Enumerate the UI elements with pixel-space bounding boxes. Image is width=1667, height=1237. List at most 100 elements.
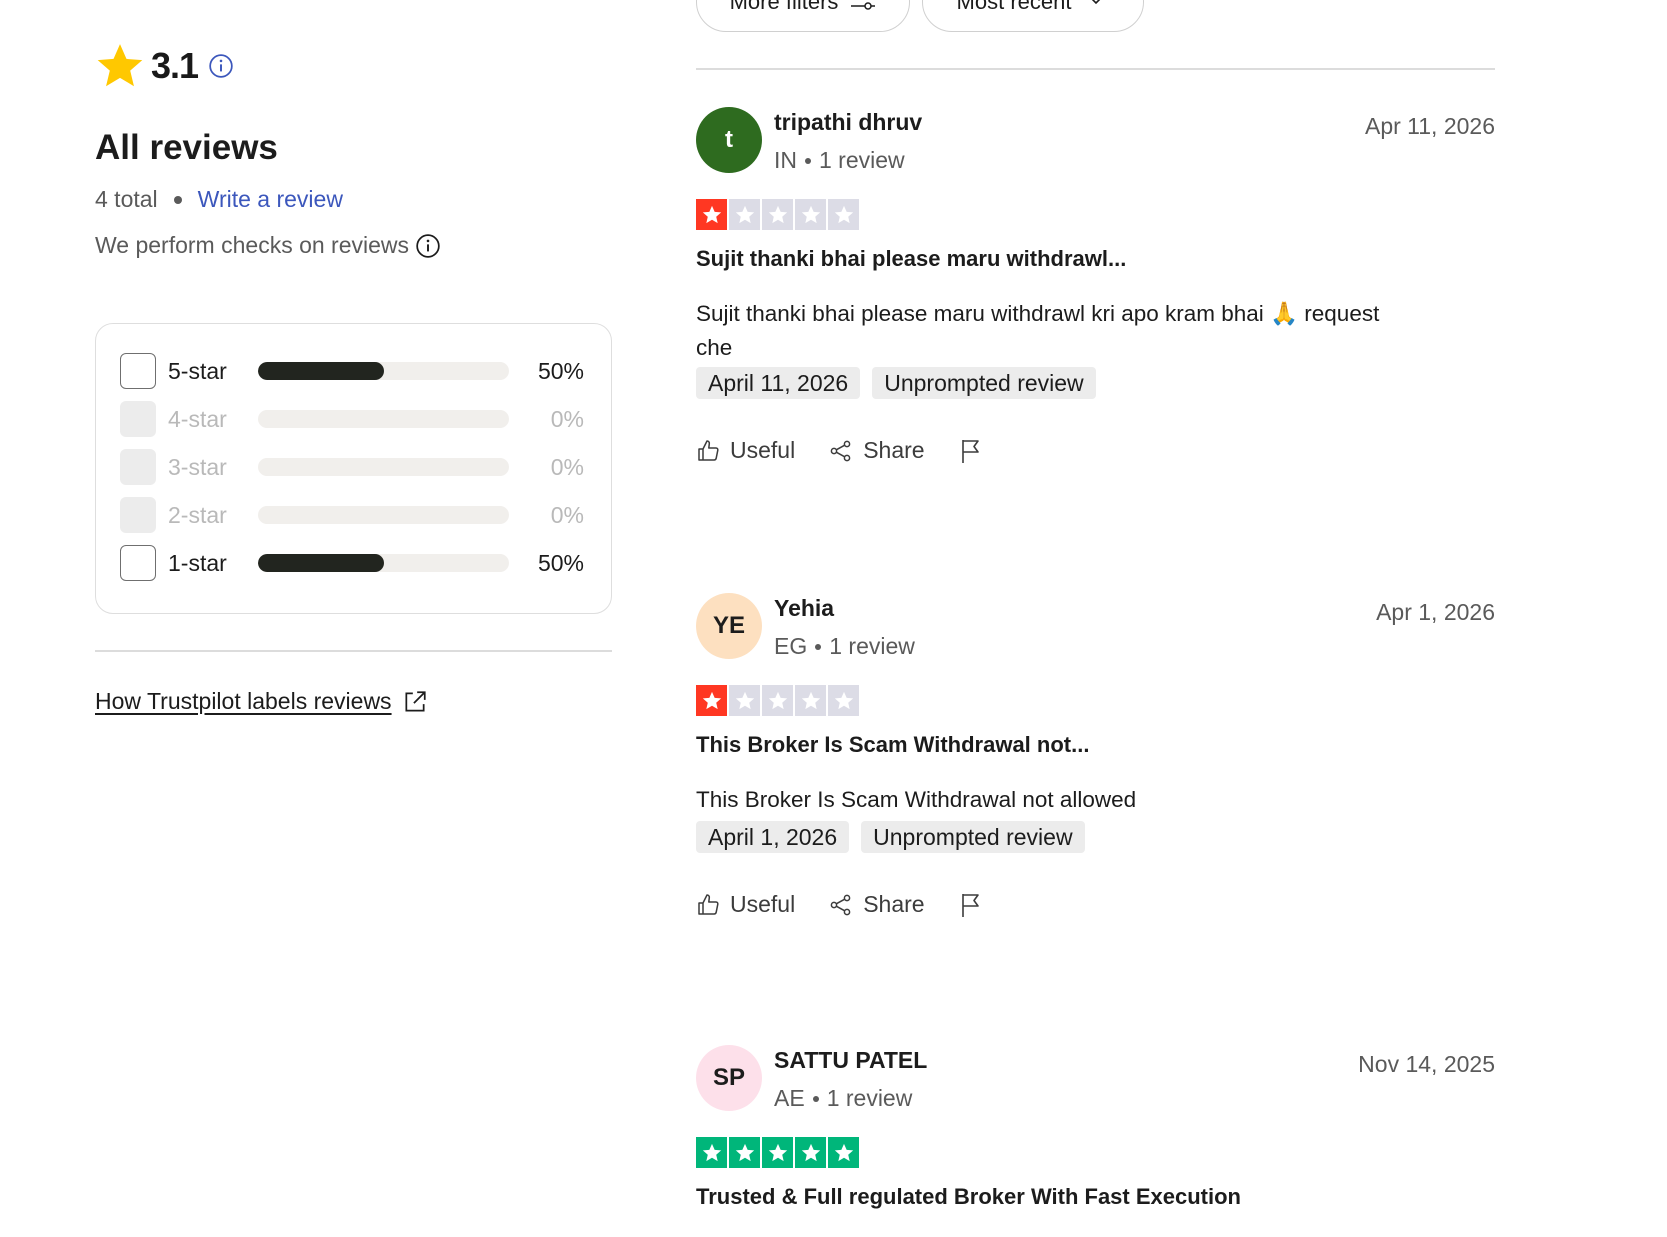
star-empty [729, 199, 760, 230]
review-title[interactable]: Sujit thanki bhai please maru withdrawl.… [696, 246, 1126, 272]
useful-label: Useful [730, 891, 796, 917]
star-icon [768, 205, 787, 223]
star-empty [762, 685, 793, 716]
useful-label: Useful [730, 437, 796, 463]
star-empty [795, 685, 826, 716]
share-label: Share [863, 891, 925, 917]
filter-checkbox [120, 497, 156, 533]
reviewer-country: IN [774, 147, 797, 173]
unprompted-badge[interactable]: Unprompted review [872, 367, 1096, 399]
review-total: 4 total [95, 186, 158, 212]
star-icon [801, 205, 820, 223]
useful-button[interactable]: Useful [696, 437, 795, 464]
divider [696, 68, 1495, 70]
thumbs-up-icon [698, 439, 719, 461]
experience-date-badge: April 11, 2026 [696, 367, 861, 399]
distribution-bar [258, 554, 509, 572]
review-body: Sujit thanki bhai please maru withdrawl … [696, 301, 1380, 360]
share-button[interactable]: Share [829, 891, 925, 918]
star-filter-2: 2-star 0% [120, 496, 586, 534]
review-date: Apr 1, 2026 [1376, 599, 1495, 625]
filter-percent: 0% [550, 405, 584, 432]
thumbs-up-icon [698, 893, 719, 915]
reviewer-meta: EG 1 review [774, 633, 915, 660]
star-icon [702, 1143, 721, 1161]
share-label: Share [863, 437, 925, 463]
info-icon[interactable] [208, 53, 234, 79]
filter-checkbox[interactable] [120, 353, 156, 389]
share-icon [830, 440, 851, 461]
filter-label: 3-star [168, 453, 227, 480]
filter-checkbox [120, 401, 156, 437]
filter-label: 1-star [168, 549, 227, 576]
reviewer-meta: IN 1 review [774, 147, 905, 174]
star-filter-1[interactable]: 1-star 50% [120, 544, 586, 582]
star-filled [696, 685, 727, 716]
unprompted-badge[interactable]: Unprompted review [861, 821, 1085, 853]
star-filled [828, 1137, 859, 1168]
review-date: Nov 14, 2025 [1358, 1051, 1495, 1077]
share-button[interactable]: Share [829, 437, 925, 464]
filter-percent: 0% [550, 501, 584, 528]
review-checks-notice: We perform checks on reviews [95, 232, 441, 259]
distribution-bar [258, 410, 509, 428]
avatar[interactable]: t [696, 107, 762, 173]
overall-rating: 3.1 [95, 40, 234, 92]
star-empty [762, 199, 793, 230]
star-rating [696, 1137, 859, 1168]
rating-value: 3.1 [151, 45, 199, 86]
star-icon [801, 691, 820, 709]
filter-label: 4-star [168, 405, 227, 432]
distribution-bar [258, 458, 509, 476]
distribution-bar-fill [258, 362, 384, 380]
review-card: t tripathi dhruv IN 1 review Apr 11, 202… [696, 107, 1495, 507]
reviewer-name[interactable]: Yehia [774, 595, 834, 622]
star-icon [735, 205, 754, 223]
star-icon [834, 205, 853, 223]
star-empty [795, 199, 826, 230]
how-labels-link-text: How Trustpilot labels reviews [95, 688, 392, 714]
star-filter-box: 5-star 50% 4-star 0% 3-star 0% 2-star 0%… [95, 323, 612, 614]
avatar[interactable]: YE [696, 593, 762, 659]
useful-button[interactable]: Useful [696, 891, 795, 918]
avatar-initials: YE [712, 612, 745, 639]
experience-date-badge: April 1, 2026 [696, 821, 850, 853]
star-rating [696, 199, 859, 230]
star-icon [702, 205, 721, 223]
sort-label: Most recent [956, 0, 1072, 14]
reviewer-country: EG [774, 633, 808, 659]
filter-percent: 50% [537, 549, 584, 576]
reviewer-review-count: 1 review [826, 1085, 913, 1111]
star-icon [702, 691, 721, 709]
star-empty [828, 199, 859, 230]
how-labels-link[interactable]: How Trustpilot labels reviews [95, 688, 428, 715]
reviewer-name[interactable]: tripathi dhruv [774, 109, 922, 136]
filter-checkbox[interactable] [120, 545, 156, 581]
star-filled [762, 1137, 793, 1168]
report-button[interactable] [959, 892, 993, 918]
filter-percent: 50% [537, 357, 584, 384]
more-filters-button[interactable]: More filters [696, 0, 910, 32]
report-button[interactable] [959, 438, 993, 464]
avatar-initials: SP [712, 1064, 745, 1091]
write-review-link[interactable]: Write a review [198, 186, 343, 213]
review-title[interactable]: Trusted & Full regulated Broker With Fas… [696, 1184, 1241, 1210]
page-title: All reviews [95, 128, 278, 167]
reviewer-name[interactable]: SATTU PATEL [774, 1047, 927, 1074]
star-rating [696, 685, 859, 716]
reviewer-meta: AE 1 review [774, 1085, 912, 1112]
filter-percent: 0% [550, 453, 584, 480]
avatar-initials: t [725, 126, 733, 153]
star-icon [768, 1143, 787, 1161]
star-filled [696, 1137, 727, 1168]
star-icon [735, 691, 754, 709]
avatar[interactable]: SP [696, 1045, 762, 1111]
distribution-bar [258, 506, 509, 524]
review-title[interactable]: This Broker Is Scam Withdrawal not... [696, 732, 1089, 758]
filter-checkbox [120, 449, 156, 485]
sort-dropdown[interactable]: Most recent [922, 0, 1144, 32]
star-filter-5[interactable]: 5-star 50% [120, 352, 586, 390]
review-total-row: 4 total Write a review [95, 186, 343, 213]
star-icon [834, 691, 853, 709]
info-icon[interactable] [415, 233, 441, 259]
